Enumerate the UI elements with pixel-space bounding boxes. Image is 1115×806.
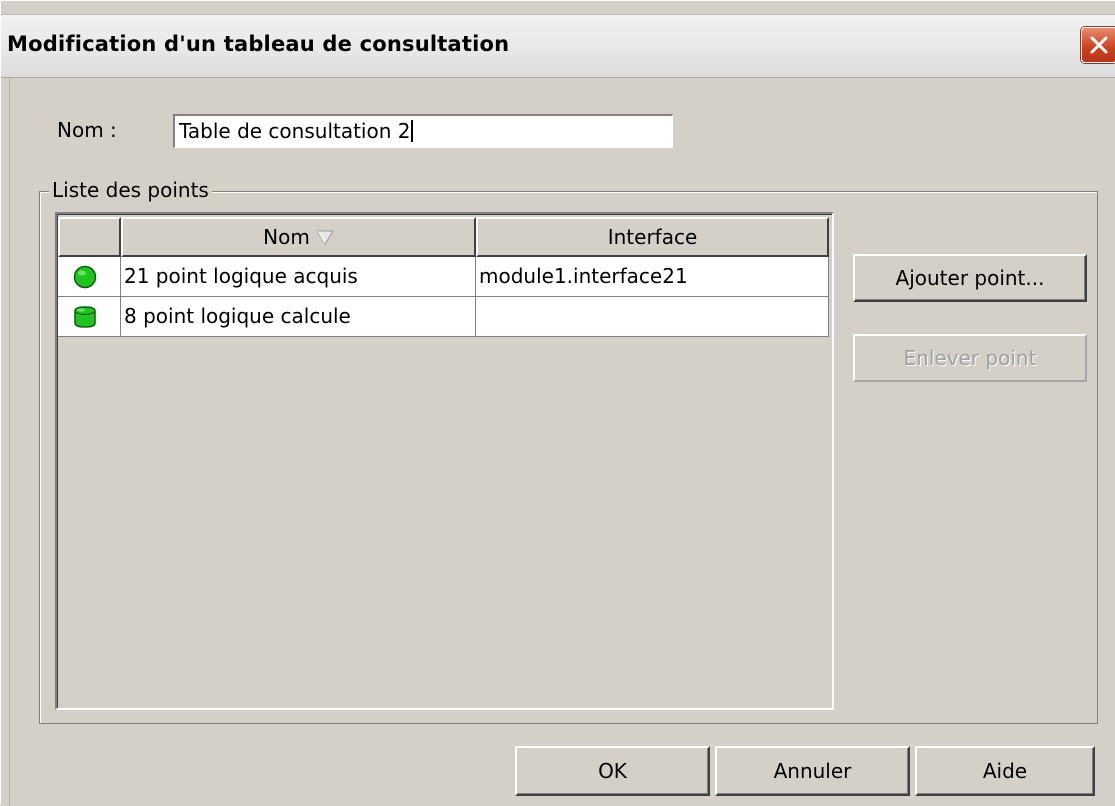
remove-point-button[interactable]: Enlever point	[853, 334, 1087, 382]
row-interface-cell	[476, 297, 829, 337]
add-point-button[interactable]: Ajouter point...	[853, 254, 1087, 302]
row-interface-cell: module1.interface21	[476, 257, 829, 297]
sort-descending-icon	[315, 220, 334, 256]
window-left-border	[1, 78, 10, 806]
status-dot-green-circle-icon	[73, 265, 97, 289]
points-group-legend: Liste des points	[49, 178, 212, 202]
row-nom-cell: 21 point logique acquis	[121, 257, 476, 297]
name-label: Nom :	[57, 118, 117, 142]
text-caret	[411, 120, 414, 142]
row-icon-cell	[58, 297, 121, 337]
name-input-value: Table de consultation 2	[179, 119, 411, 143]
window-title: Modification d'un tableau de consultatio…	[7, 32, 510, 56]
row-nom-cell: 8 point logique calcule	[121, 297, 476, 337]
ok-button[interactable]: OK	[515, 746, 710, 796]
table-row[interactable]: 8 point logique calcule	[58, 297, 829, 337]
column-header-nom-label: Nom	[263, 225, 310, 249]
column-header-interface[interactable]: Interface	[476, 217, 829, 257]
help-button[interactable]: Aide	[915, 746, 1095, 796]
status-dot-green-cylinder-icon	[74, 306, 96, 328]
column-header-nom[interactable]: Nom	[121, 217, 476, 257]
dialog-window: Modification d'un tableau de consultatio…	[0, 0, 1115, 806]
table-row[interactable]: 21 point logique acquis module1.interfac…	[58, 257, 829, 297]
close-icon	[1090, 36, 1108, 54]
close-button[interactable]	[1081, 27, 1115, 63]
column-header-icon[interactable]	[58, 217, 121, 257]
name-input[interactable]: Table de consultation 2	[173, 114, 673, 148]
row-icon-cell	[58, 257, 121, 297]
title-bar[interactable]: Modification d'un tableau de consultatio…	[1, 14, 1115, 78]
cancel-button[interactable]: Annuler	[715, 746, 910, 796]
